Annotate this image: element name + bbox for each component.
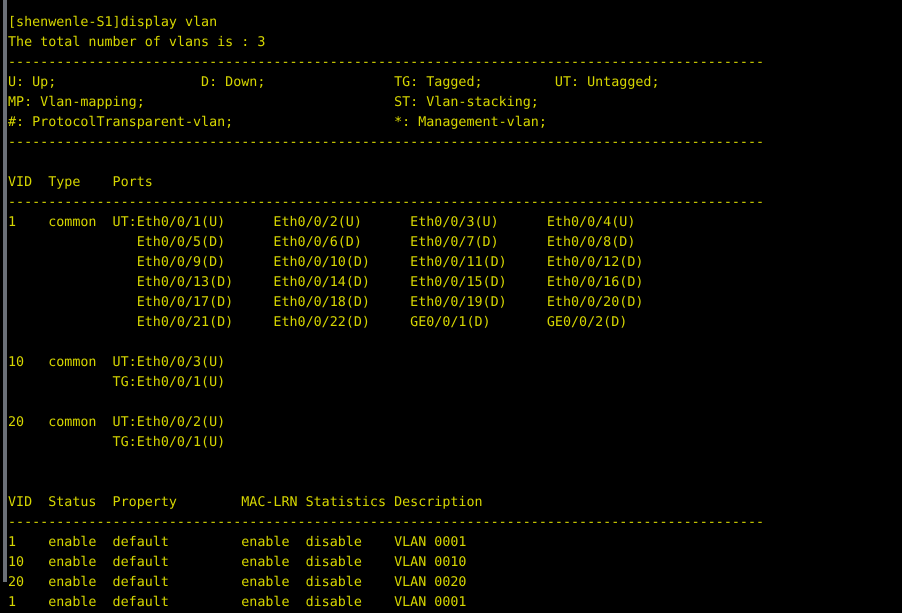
- terminal-line: 1 enable default enable disable VLAN 000…: [8, 595, 467, 611]
- terminal-line: Eth0/0/21(D) Eth0/0/22(D) GE0/0/1(D) GE0…: [8, 315, 628, 331]
- terminal-line: Eth0/0/17(D) Eth0/0/18(D) Eth0/0/19(D) E…: [8, 295, 644, 311]
- terminal-line: U: Up; D: Down; TG: Tagged; UT: Untagged…: [8, 75, 660, 91]
- terminal-line: VID Type Ports: [8, 175, 153, 191]
- terminal-line: 10 common UT:Eth0/0/3(U): [8, 355, 226, 371]
- terminal-line: #: ProtocolTransparent-vlan; *: Manageme…: [8, 115, 547, 131]
- terminal-line: 1 enable default enable disable VLAN 000…: [8, 535, 467, 551]
- terminal-line: Eth0/0/13(D) Eth0/0/14(D) Eth0/0/15(D) E…: [8, 275, 644, 291]
- terminal-line: ----------------------------------------…: [8, 515, 765, 531]
- terminal-output[interactable]: [shenwenle-S1]display vlan The total numb…: [8, 13, 902, 613]
- terminal-line: ----------------------------------------…: [8, 195, 765, 211]
- terminal-line: Eth0/0/5(D) Eth0/0/6(D) Eth0/0/7(D) Eth0…: [8, 235, 636, 251]
- terminal-line: The total number of vlans is : 3: [8, 35, 266, 51]
- terminal-line: ----------------------------------------…: [8, 55, 765, 71]
- terminal-line: 1 common UT:Eth0/0/1(U) Eth0/0/2(U) Eth0…: [8, 215, 636, 231]
- scrollbar-thumb[interactable]: [3, 0, 7, 582]
- terminal-line: [shenwenle-S1]display vlan: [8, 15, 218, 31]
- terminal-line: 10 enable default enable disable VLAN 00…: [8, 555, 467, 571]
- terminal-screen[interactable]: [shenwenle-S1]display vlan The total numb…: [0, 0, 902, 610]
- terminal-line: TG:Eth0/0/1(U): [8, 375, 226, 391]
- terminal-line: TG:Eth0/0/1(U): [8, 435, 226, 451]
- terminal-line: MP: Vlan-mapping; ST: Vlan-stacking;: [8, 95, 539, 111]
- terminal-line: 20 enable default enable disable VLAN 00…: [8, 575, 467, 591]
- terminal-line: Eth0/0/9(D) Eth0/0/10(D) Eth0/0/11(D) Et…: [8, 255, 644, 271]
- terminal-line: 20 common UT:Eth0/0/2(U): [8, 415, 226, 431]
- terminal-line: VID Status Property MAC-LRN Statistics D…: [8, 495, 483, 511]
- terminal-line: ----------------------------------------…: [8, 135, 765, 151]
- terminal-scrollbar[interactable]: [0, 0, 8, 582]
